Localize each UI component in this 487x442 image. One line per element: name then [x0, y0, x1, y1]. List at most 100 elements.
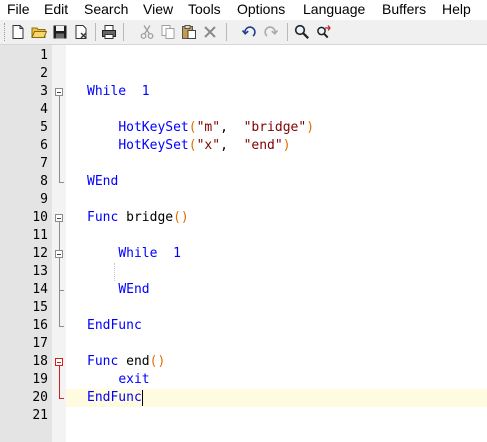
code-token: WEnd — [87, 174, 119, 189]
open-button[interactable] — [30, 22, 48, 42]
code-token: end — [118, 354, 150, 369]
code-token: ( — [188, 138, 197, 153]
line-number: 21 — [32, 408, 48, 423]
line-number: 15 — [32, 300, 48, 315]
line-number-gutter: 1 2 3 4 5 6 7 8 9 10 11 12 13 14 15 16 17 18 19 20 21 — [0, 45, 52, 442]
find-button[interactable] — [293, 22, 311, 42]
fold-end — [59, 290, 64, 291]
code-line[interactable]: Func end() — [87, 353, 165, 371]
code-line[interactable]: EndFunc — [87, 317, 142, 335]
menu-options[interactable]: Options — [237, 0, 285, 19]
code-token: 1 — [141, 84, 150, 99]
line-number: 11 — [32, 228, 48, 243]
toolbar-separator — [287, 23, 288, 41]
close-file-button[interactable] — [72, 22, 90, 42]
code-token: exit — [118, 372, 150, 387]
code-token: 1 — [173, 246, 181, 261]
fold-end — [59, 326, 64, 327]
line-number: 16 — [32, 318, 48, 333]
code-token: "x" — [196, 138, 221, 153]
redo-button[interactable] — [262, 22, 280, 42]
toolbar-separator — [123, 23, 124, 41]
fold-line — [59, 258, 60, 290]
code-token: () — [149, 354, 166, 369]
menu-language[interactable]: Language — [303, 0, 365, 19]
replace-button[interactable] — [315, 22, 333, 42]
line-number: 12 — [32, 246, 48, 261]
line-number: 20 — [32, 390, 48, 405]
menu-buffers[interactable]: Buffers — [382, 0, 426, 19]
line-number: 13 — [32, 264, 48, 279]
undo-button[interactable] — [240, 22, 258, 42]
code-line[interactable]: exit — [87, 371, 150, 389]
text-caret — [142, 390, 143, 406]
copy-icon — [161, 25, 175, 39]
fold-end — [59, 398, 64, 399]
toolbar-separator — [226, 23, 227, 41]
replace-icon — [317, 25, 331, 39]
line-number: 9 — [40, 192, 48, 207]
menu-bar: File Edit Search View Tools Options Lang… — [0, 0, 487, 19]
delete-button[interactable] — [201, 22, 219, 42]
code-token: WEnd — [118, 282, 150, 297]
code-token: , — [220, 138, 244, 153]
menu-view[interactable]: View — [143, 0, 173, 19]
line-number: 17 — [32, 336, 48, 351]
menu-search[interactable]: Search — [84, 0, 128, 19]
code-token: While — [87, 84, 127, 99]
code-line[interactable]: Func bridge() — [87, 209, 189, 227]
paste-button[interactable] — [180, 22, 198, 42]
menu-edit[interactable]: Edit — [44, 0, 68, 19]
fold-toggle[interactable] — [55, 250, 63, 258]
new-file-button[interactable] — [9, 22, 27, 42]
code-area[interactable]: While 1 HotKeySet("m", "bridge") HotKeyS… — [66, 45, 487, 442]
menu-file[interactable]: File — [7, 0, 30, 19]
code-token: Func — [87, 210, 119, 225]
print-button[interactable] — [100, 22, 118, 42]
line-number: 4 — [40, 102, 48, 117]
fold-toggle[interactable] — [55, 358, 63, 366]
code-token: Func — [87, 354, 119, 369]
toolbar-grip[interactable] — [4, 23, 7, 41]
line-number: 1 — [40, 48, 48, 63]
code-token: While — [118, 246, 158, 261]
code-line[interactable]: HotKeySet("m", "bridge") — [87, 119, 314, 137]
code-line[interactable]: EndFunc — [87, 389, 142, 407]
fold-end — [59, 182, 64, 183]
undo-icon — [241, 26, 256, 37]
save-button[interactable] — [51, 22, 69, 42]
code-token: "m" — [196, 120, 221, 135]
code-token: HotKeySet — [118, 120, 189, 135]
code-line[interactable]: WEnd — [87, 173, 118, 191]
fold-line — [59, 96, 60, 182]
menu-help[interactable]: Help — [442, 0, 471, 19]
delete-icon — [204, 26, 216, 38]
fold-margin[interactable] — [52, 45, 66, 442]
line-number: 10 — [32, 210, 48, 225]
code-token: , — [220, 120, 244, 135]
code-line[interactable]: HotKeySet("x", "end") — [87, 137, 290, 155]
cut-button[interactable] — [138, 22, 156, 42]
print-icon — [102, 25, 116, 39]
code-token: ) — [306, 120, 315, 135]
menu-tools[interactable]: Tools — [188, 0, 221, 19]
line-number: 19 — [32, 372, 48, 387]
copy-button[interactable] — [159, 22, 177, 42]
editor[interactable]: 1 2 3 4 5 6 7 8 9 10 11 12 13 14 15 16 17 18 19 20 21 While … — [0, 45, 487, 442]
fold-toggle[interactable] — [55, 88, 63, 96]
toolbar-separator — [95, 23, 96, 41]
close-file-icon — [75, 25, 87, 39]
save-icon — [53, 25, 67, 39]
code-token: () — [173, 210, 189, 225]
code-token: "bridge" — [243, 120, 307, 135]
open-folder-icon — [31, 27, 47, 38]
paste-icon — [182, 25, 196, 39]
fold-line — [59, 366, 60, 398]
code-line[interactable]: WEnd — [87, 281, 150, 299]
code-line[interactable]: While 1 — [87, 83, 150, 101]
code-line[interactable]: While 1 — [87, 245, 181, 263]
fold-toggle[interactable] — [55, 214, 63, 222]
